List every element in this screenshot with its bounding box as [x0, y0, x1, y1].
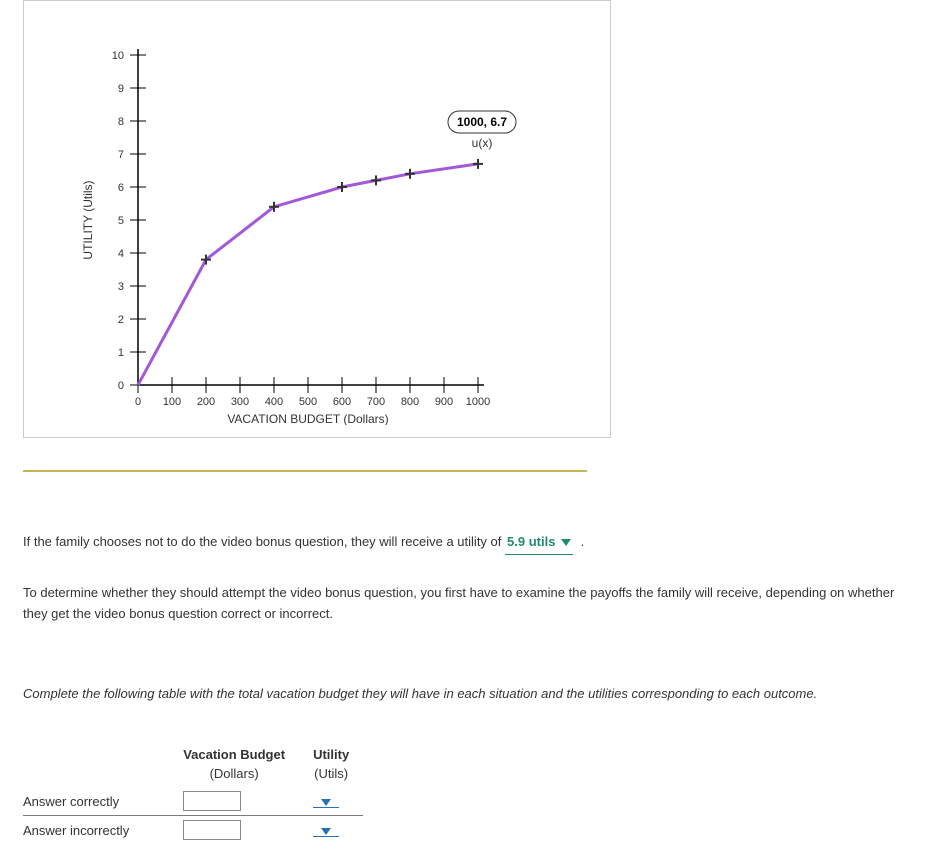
budget-correct-input[interactable] — [183, 791, 241, 811]
caret-down-icon — [321, 828, 331, 835]
svg-text:0: 0 — [118, 380, 124, 392]
svg-text:900: 900 — [435, 396, 453, 408]
svg-text:4: 4 — [118, 248, 124, 260]
col-header-utility: Utility — [299, 745, 363, 764]
utility-chart: 0 1 2 3 4 5 6 7 8 9 10 UTILITY (Utils) 0 — [78, 35, 578, 405]
svg-text:300: 300 — [231, 396, 249, 408]
payoff-table: Vacation Budget Utility (Dollars) (Utils… — [23, 745, 363, 844]
utility-dropdown-value: 5.9 utils — [507, 532, 555, 553]
svg-text:0: 0 — [135, 396, 141, 408]
y-axis-label: UTILITY (Utils) — [81, 180, 95, 259]
svg-text:5: 5 — [118, 215, 124, 227]
svg-text:600: 600 — [333, 396, 351, 408]
svg-text:1000: 1000 — [466, 396, 490, 408]
svg-text:200: 200 — [197, 396, 215, 408]
utility-correct-dropdown[interactable] — [313, 799, 339, 808]
utility-chart-panel: 0 1 2 3 4 5 6 7 8 9 10 UTILITY (Utils) 0 — [23, 0, 611, 438]
question-1-text: If the family chooses not to do the vide… — [23, 532, 911, 555]
svg-text:1000, 6.7: 1000, 6.7 — [457, 115, 507, 129]
svg-text:7: 7 — [118, 149, 124, 161]
data-markers — [201, 159, 483, 265]
utility-incorrect-dropdown[interactable] — [313, 828, 339, 837]
table-row: Answer correctly — [23, 787, 363, 816]
svg-text:6: 6 — [118, 182, 124, 194]
x-axis: 0 100 200 300 400 500 600 700 800 900 10… — [135, 377, 490, 425]
svg-text:10: 10 — [112, 50, 124, 62]
table-row: Answer incorrectly — [23, 816, 363, 845]
caret-down-icon — [321, 799, 331, 806]
legend-label: u(x) — [472, 136, 493, 150]
point-annotation: 1000, 6.7 u(x) — [448, 111, 516, 150]
question-2-text: To determine whether they should attempt… — [23, 583, 911, 625]
svg-text:100: 100 — [163, 396, 181, 408]
svg-text:9: 9 — [118, 83, 124, 95]
y-axis: 0 1 2 3 4 5 6 7 8 9 10 UTILITY (Utils) — [81, 49, 146, 392]
svg-text:2: 2 — [118, 314, 124, 326]
svg-text:1: 1 — [118, 347, 124, 359]
col-header-budget: Vacation Budget — [169, 745, 299, 764]
caret-down-icon — [561, 539, 571, 546]
section-divider — [23, 468, 587, 472]
col-sub-budget: (Dollars) — [169, 764, 299, 787]
utility-dropdown[interactable]: 5.9 utils — [505, 532, 573, 555]
utility-curve — [138, 164, 478, 385]
row-label-correct: Answer correctly — [23, 787, 169, 816]
budget-incorrect-input[interactable] — [183, 820, 241, 840]
svg-text:500: 500 — [299, 396, 317, 408]
svg-text:800: 800 — [401, 396, 419, 408]
svg-text:700: 700 — [367, 396, 385, 408]
row-label-incorrect: Answer incorrectly — [23, 816, 169, 845]
svg-text:400: 400 — [265, 396, 283, 408]
x-axis-label: VACATION BUDGET (Dollars) — [227, 412, 388, 425]
question-3-prompt: Complete the following table with the to… — [23, 684, 911, 705]
col-sub-utility: (Utils) — [299, 764, 363, 787]
svg-text:8: 8 — [118, 116, 124, 128]
svg-text:3: 3 — [118, 281, 124, 293]
